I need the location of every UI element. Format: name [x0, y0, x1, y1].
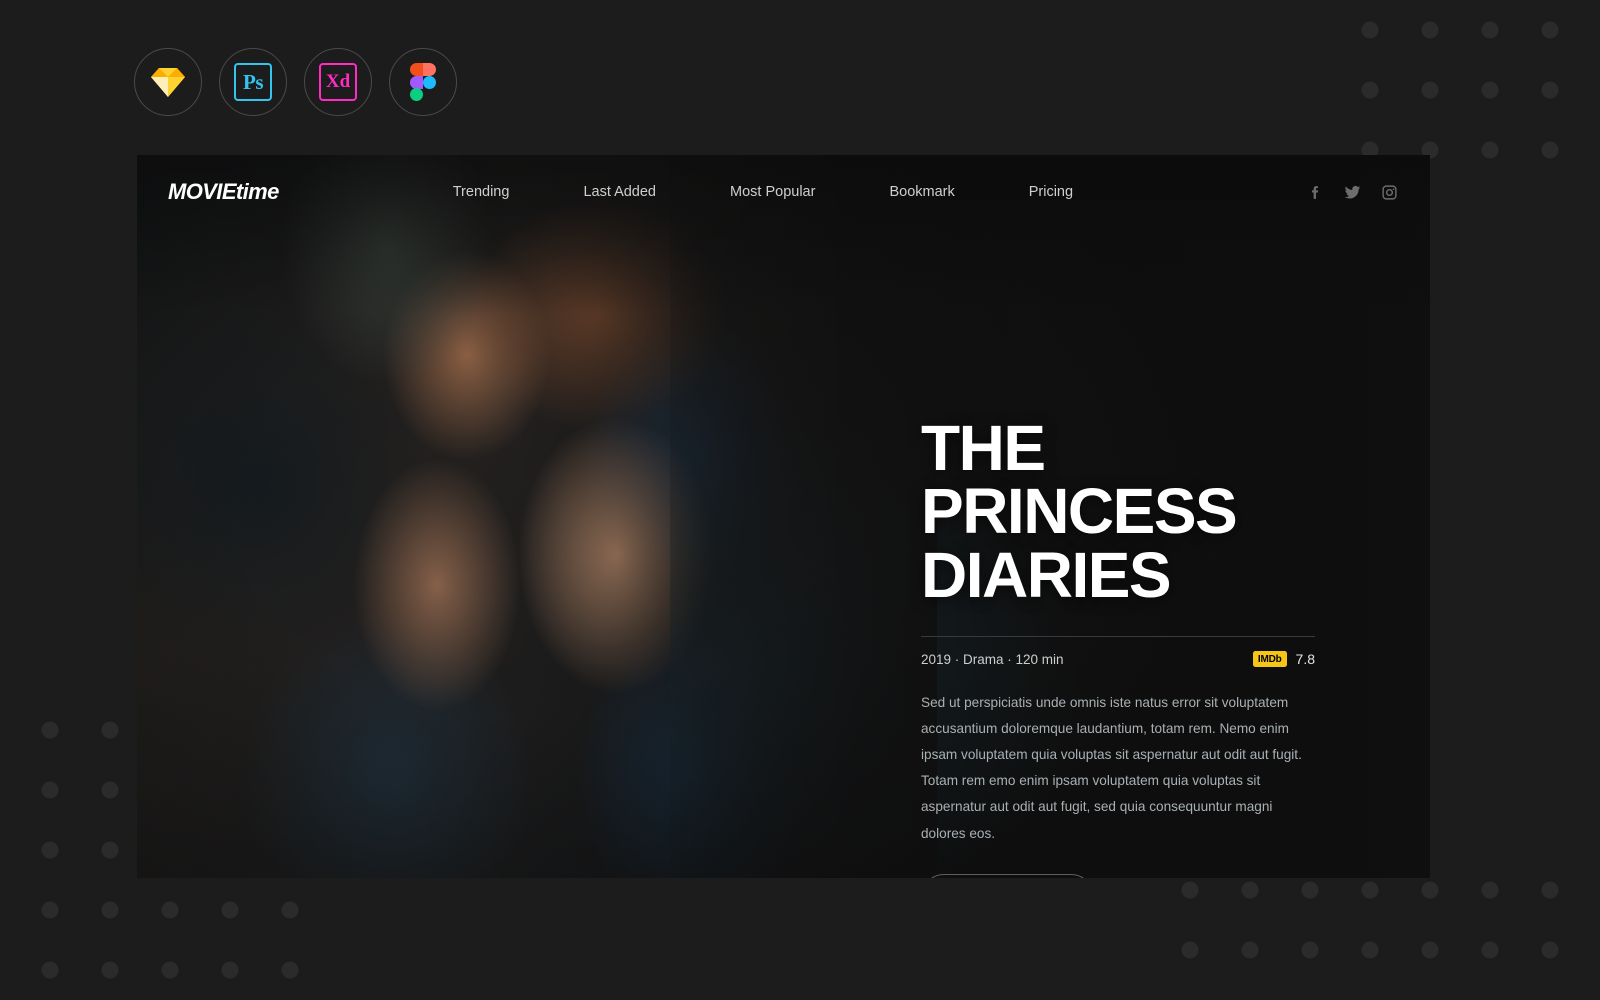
movie-actions: Watch Now Add to Bookmark	[921, 873, 1321, 878]
sketch-icon	[151, 67, 185, 97]
nav-item-last-added[interactable]: Last Added	[546, 184, 693, 200]
movie-meta-row: 2019 · Drama · 120 min IMDb 7.8	[921, 651, 1315, 668]
tool-badge-figma[interactable]	[389, 48, 457, 116]
nav-item-trending[interactable]: Trending	[416, 184, 547, 200]
adobe-xd-label: Xd	[325, 71, 351, 92]
social-links	[1307, 184, 1398, 201]
tool-badge-photoshop[interactable]: Ps	[219, 48, 287, 116]
movie-detail-panel: THE PRINCESS DIARIES 2019 · Drama · 120 …	[921, 416, 1321, 878]
imdb-badge: IMDb	[1252, 651, 1287, 668]
figma-icon	[410, 63, 436, 102]
design-tool-badges: Ps Xd	[134, 48, 457, 116]
main-navigation: Trending Last Added Most Popular Bookmar…	[416, 184, 1110, 200]
title-line-1: THE	[921, 412, 1046, 484]
hero-image-fade	[517, 155, 937, 878]
decorative-dot-grid-bottom-right	[1160, 860, 1560, 1000]
instagram-icon[interactable]	[1381, 184, 1398, 201]
figma-shape-red	[423, 63, 436, 76]
movie-site-window: MOVIEtime Trending Last Added Most Popul…	[137, 155, 1430, 878]
adobe-xd-icon: Xd	[319, 63, 357, 101]
photoshop-icon: Ps	[234, 63, 272, 101]
site-header: MOVIEtime Trending Last Added Most Popul…	[137, 155, 1430, 229]
imdb-rating: IMDb 7.8	[1252, 651, 1315, 668]
page-root: Ps Xd MOVIEtime Trending Last Added Most…	[0, 0, 1600, 1000]
nav-item-most-popular[interactable]: Most Popular	[693, 184, 852, 200]
figma-shape-blue	[423, 75, 436, 89]
figma-shape-orange	[410, 63, 423, 76]
divider	[921, 636, 1315, 638]
watch-now-button[interactable]: Watch Now	[921, 873, 1094, 878]
facebook-icon[interactable]	[1307, 184, 1324, 201]
site-logo[interactable]: MOVIEtime	[168, 179, 279, 205]
figma-shape-green	[410, 88, 423, 102]
twitter-icon[interactable]	[1344, 184, 1361, 201]
nav-item-pricing[interactable]: Pricing	[992, 184, 1110, 200]
page-title: THE PRINCESS DIARIES	[921, 416, 1321, 607]
tool-badge-adobe-xd[interactable]: Xd	[304, 48, 372, 116]
title-line-2: PRINCESS	[921, 475, 1238, 548]
imdb-score: 7.8	[1295, 651, 1315, 668]
movie-synopsis: Sed ut perspiciatis unde omnis iste natu…	[921, 695, 1302, 841]
figma-shape-purple	[410, 75, 423, 89]
movie-meta-facts: 2019 · Drama · 120 min	[921, 651, 1064, 667]
title-line-3: DIARIES	[921, 538, 1172, 611]
nav-item-bookmark[interactable]: Bookmark	[852, 184, 991, 200]
photoshop-label: Ps	[243, 69, 264, 94]
tool-badge-sketch[interactable]	[134, 48, 202, 116]
